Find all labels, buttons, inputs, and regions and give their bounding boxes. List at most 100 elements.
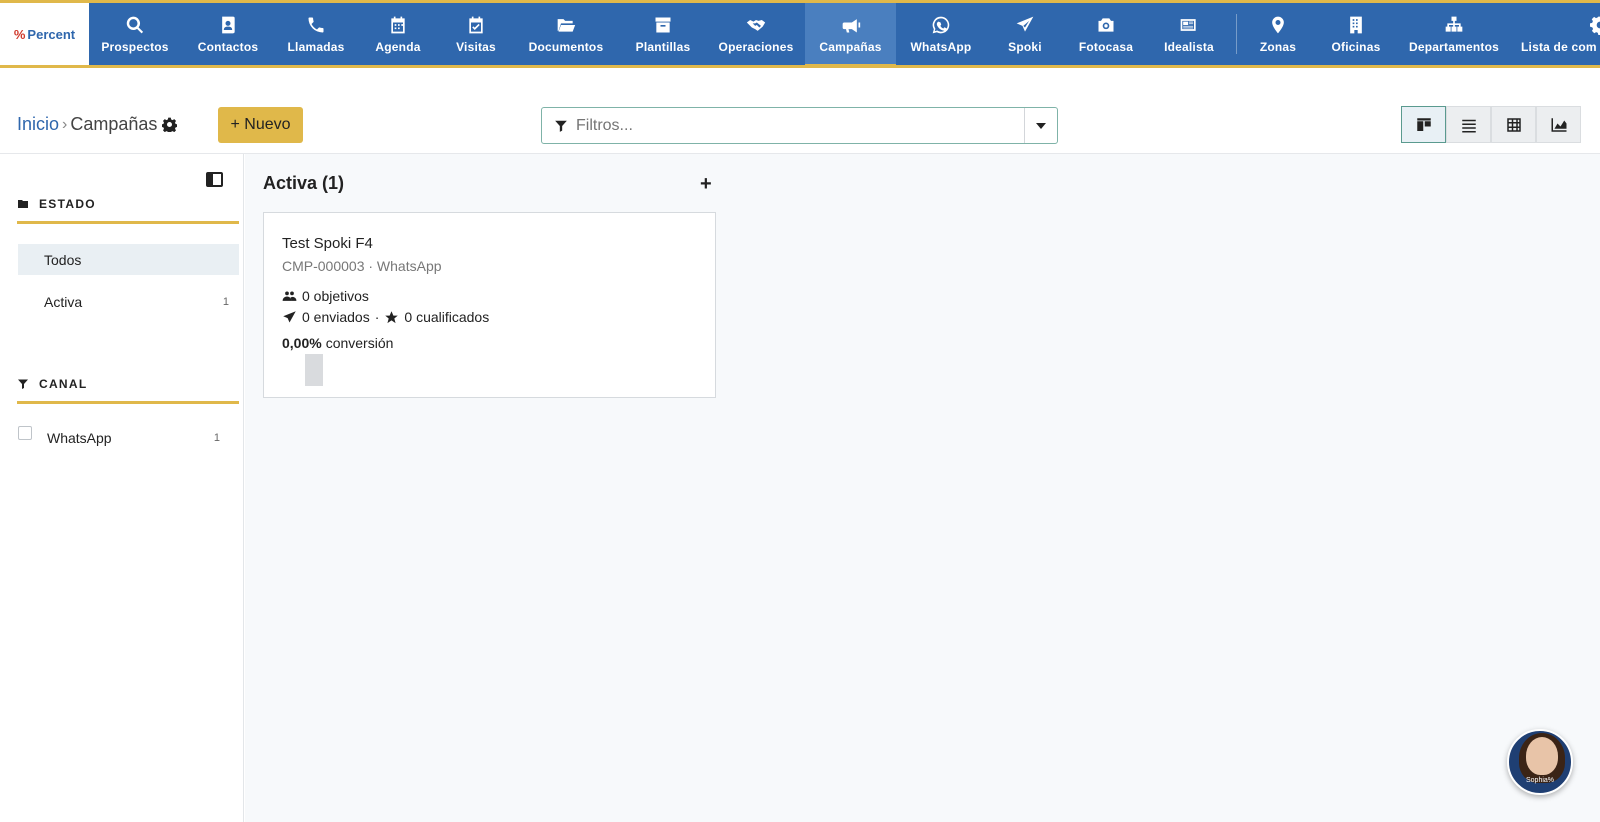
section-underline	[17, 221, 239, 224]
nav-label: Lista de com	[1521, 40, 1597, 54]
nav-item-lista-de-com[interactable]: Lista de com	[1509, 3, 1600, 65]
nav-item-llamadas[interactable]: Llamadas	[275, 3, 357, 65]
search-icon	[124, 14, 146, 36]
nav-label: Idealista	[1164, 40, 1214, 54]
nav-item-oficinas[interactable]: Oficinas	[1313, 3, 1399, 65]
filter-dropdown-button[interactable]	[1024, 108, 1057, 143]
map-pin-icon	[1267, 14, 1289, 36]
nav-label: Contactos	[197, 40, 259, 54]
page-header: Inicio › Campañas + Nuevo	[0, 68, 1600, 154]
cualificados-text: 0 cualificados	[404, 309, 490, 325]
view-switcher	[1401, 106, 1581, 143]
star-icon	[385, 310, 399, 323]
nav-item-visitas[interactable]: Visitas	[439, 3, 513, 65]
calendar-icon	[387, 14, 409, 36]
section-underline	[17, 401, 239, 404]
nav-label: Oficinas	[1331, 40, 1381, 54]
sidebar-item-label: Todos	[44, 251, 82, 268]
area-chart-icon	[1551, 117, 1566, 132]
nav-label: Zonas	[1259, 40, 1297, 54]
logo-mark: %	[13, 26, 26, 42]
folder-icon	[18, 200, 28, 208]
nav-label: WhatsApp	[910, 40, 972, 54]
nav-item-agenda[interactable]: Agenda	[357, 3, 439, 65]
filter-icon	[555, 120, 567, 132]
nav-item-operaciones[interactable]: Operaciones	[707, 3, 805, 65]
sidebar-item-count: 1	[213, 432, 220, 444]
filter-icon	[18, 379, 28, 389]
card-conversion: 0,00% conversión	[282, 335, 393, 351]
paper-plane-icon	[1014, 14, 1036, 36]
nav-label: Prospectos	[101, 40, 169, 54]
breadcrumb-home-link[interactable]: Inicio	[17, 114, 59, 135]
column-title: Activa (1)	[263, 173, 345, 193]
assistant-avatar-button[interactable]: Sophia%	[1507, 729, 1573, 795]
sidebar-item-label: WhatsApp	[47, 430, 112, 446]
nav-label: Operaciones	[718, 40, 794, 54]
nav-label: Departamentos	[1409, 40, 1499, 54]
nav-label: Llamadas	[287, 40, 345, 54]
nav-item-documentos[interactable]: Documentos	[513, 3, 619, 65]
card-subtitle: CMP-000003 · WhatsApp	[282, 258, 442, 274]
filter-input[interactable]	[576, 116, 1024, 135]
new-campaign-button[interactable]: + Nuevo	[218, 107, 303, 143]
handshake-icon	[745, 14, 767, 36]
nav-divider	[1236, 14, 1237, 54]
avatar-face	[1526, 737, 1558, 775]
list-view-button[interactable]	[1446, 106, 1491, 143]
caret-down-icon	[1036, 122, 1046, 129]
sidebar-item-todos[interactable]: Todos	[18, 244, 239, 275]
conversion-label: conversión	[325, 335, 394, 351]
nav-label: Campañas	[819, 40, 882, 54]
nav-item-spoki[interactable]: Spoki	[986, 3, 1064, 65]
sidebar-item-count: 1	[222, 295, 229, 308]
calendar-check-icon	[465, 14, 487, 36]
table-grid-icon	[1506, 117, 1521, 132]
nav-item-departamentos[interactable]: Departamentos	[1399, 3, 1509, 65]
stats-separator: ·	[374, 309, 380, 325]
kanban-view-button[interactable]	[1401, 106, 1446, 143]
nav-item-fotocasa[interactable]: Fotocasa	[1064, 3, 1148, 65]
contact-book-icon	[217, 14, 239, 36]
add-card-button[interactable]: +	[700, 174, 712, 194]
conversion-value: 0,00%	[282, 335, 322, 351]
section-label: CANAL	[39, 377, 88, 391]
filter-bar	[541, 107, 1058, 144]
nav-item-zonas[interactable]: Zonas	[1243, 3, 1313, 65]
enviados-text: 0 enviados	[302, 309, 370, 325]
conversion-sparkline	[305, 354, 323, 386]
nav-label: Plantillas	[635, 40, 691, 54]
section-title-estado: ESTADO	[17, 197, 96, 211]
logo-text: Percent	[27, 26, 76, 42]
sitemap-icon	[1443, 14, 1465, 36]
top-navigation-bar: % Percent Prospectos Contactos Llamadas …	[0, 0, 1600, 68]
settings-gear-icon[interactable]	[162, 117, 178, 132]
sidebar-item-whatsapp[interactable]: WhatsApp 1	[18, 424, 228, 452]
nav-item-contactos[interactable]: Contactos	[181, 3, 275, 65]
nav-label: Agenda	[375, 40, 421, 54]
archive-box-icon	[652, 14, 674, 36]
nav-label: Fotocasa	[1078, 40, 1134, 54]
camera-icon	[1095, 14, 1117, 36]
sidebar-item-activa[interactable]: Activa 1	[18, 286, 239, 317]
section-title-canal: CANAL	[17, 377, 88, 391]
table-view-button[interactable]	[1491, 106, 1536, 143]
nav-item-campanas[interactable]: Campañas	[805, 3, 896, 65]
nav-item-prospectos[interactable]: Prospectos	[89, 3, 181, 65]
app-logo[interactable]: % Percent	[0, 3, 89, 65]
building-icon	[1345, 14, 1367, 36]
nav-item-idealista[interactable]: Idealista	[1148, 3, 1230, 65]
whatsapp-icon	[930, 14, 952, 36]
chart-view-button[interactable]	[1536, 106, 1581, 143]
users-icon	[282, 291, 297, 301]
nav-item-plantillas[interactable]: Plantillas	[619, 3, 707, 65]
main-nav: Prospectos Contactos Llamadas Agenda Vis…	[89, 3, 1600, 65]
kanban-icon	[1416, 117, 1431, 131]
whatsapp-checkbox[interactable]	[18, 426, 32, 440]
section-label: ESTADO	[39, 197, 96, 211]
list-icon	[1461, 119, 1476, 132]
nav-item-whatsapp[interactable]: WhatsApp	[896, 3, 986, 65]
sidebar-collapse-icon[interactable]	[206, 172, 223, 187]
campaign-card[interactable]: Test Spoki F4 CMP-000003 · WhatsApp 0 ob…	[263, 212, 716, 398]
breadcrumb-separator: ›	[62, 115, 68, 133]
